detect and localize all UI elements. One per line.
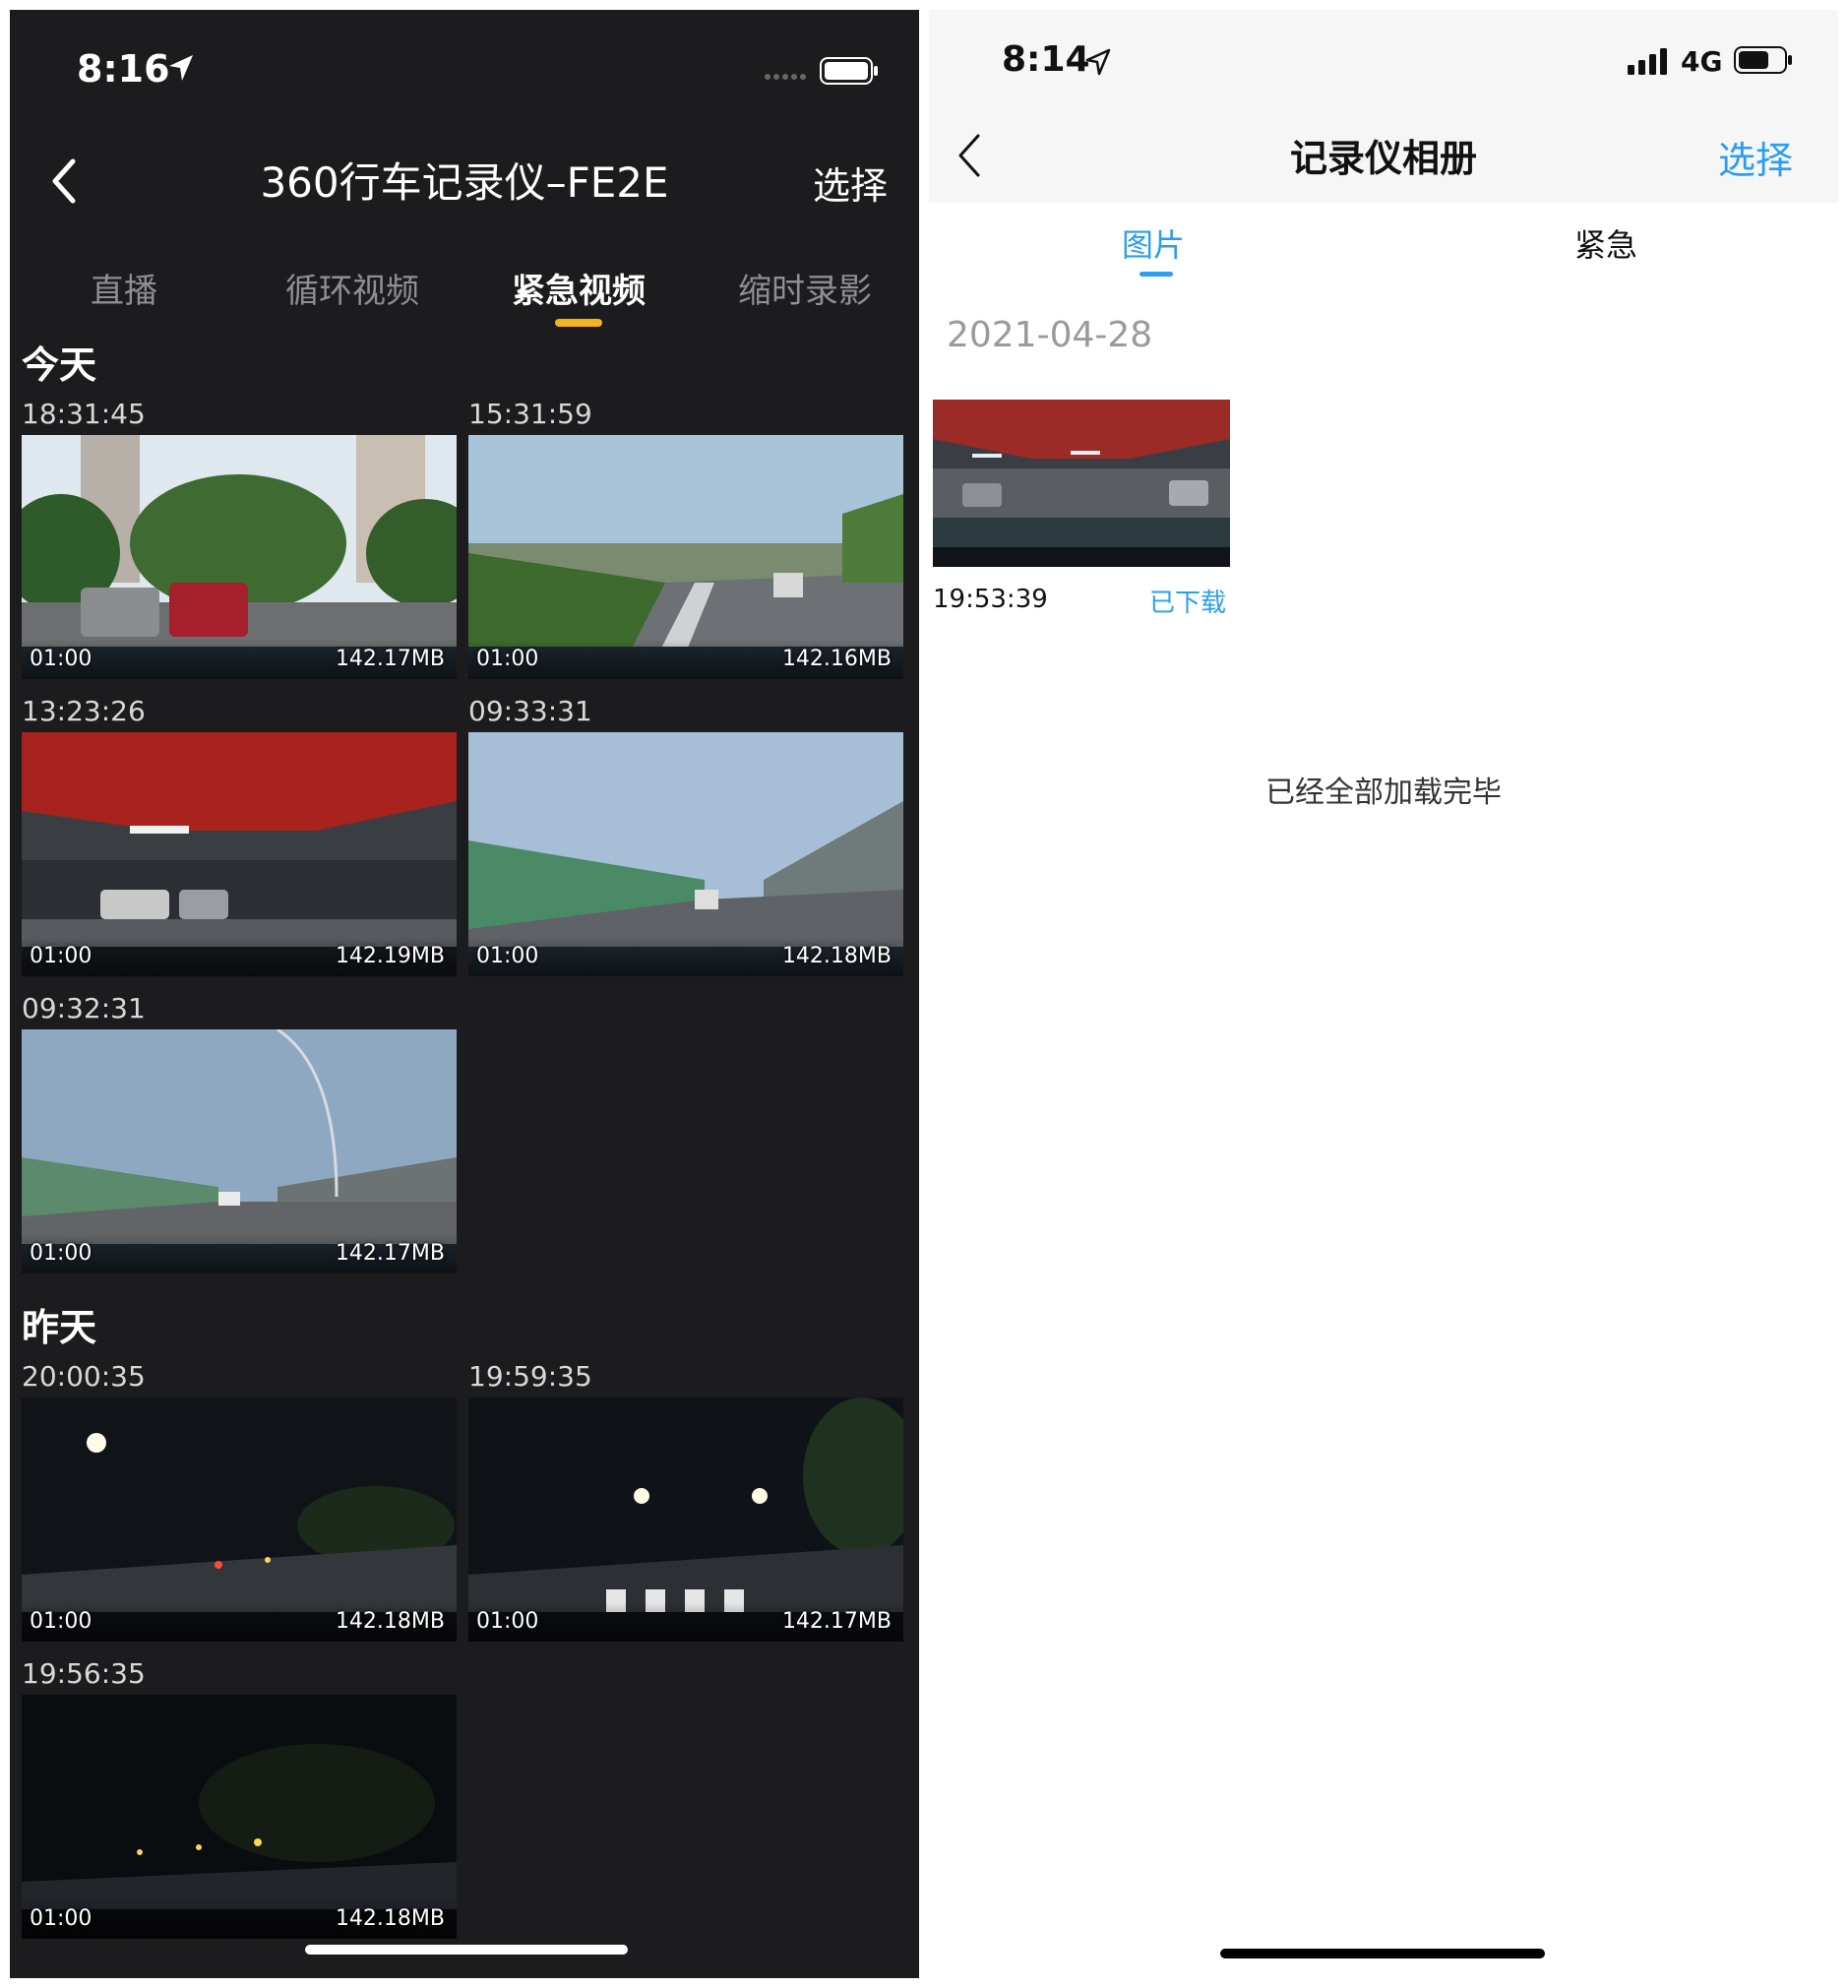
video-thumbnail[interactable]: 01:00 142.18MB [468,732,903,976]
tab-emergency[interactable]: 紧急 [1574,220,1637,266]
location-arrow-icon [169,55,193,81]
recorder-album-screen: 8:14 4G 记录仪相册 选择 图片 紧急 2021-04-28 19:53:… [929,10,1838,1978]
section-header-yesterday: 昨天 [22,1306,97,1349]
page-title: 记录仪相册 [1289,137,1477,180]
photo-thumbnail[interactable] [933,400,1230,567]
video-thumbnail[interactable]: 01:00 142.19MB [22,732,457,976]
clip-duration: 01:00 [476,944,539,968]
clip-time: 20:00:35 [22,1360,146,1393]
active-tab-indicator [1140,272,1173,277]
tab-pictures[interactable]: 图片 [1122,220,1185,266]
clip-duration: 01:00 [30,944,92,968]
clip-duration: 01:00 [30,1906,92,1931]
clip-size: 142.18MB [335,1609,445,1634]
tab-live[interactable]: 直播 [91,264,157,312]
clip-size: 142.18MB [335,1906,445,1931]
screenshot-composite: 8:16 360行车记录仪–FE2E 选择 直播 循环视频 紧急视频 缩时录影 … [0,0,1848,1988]
clip-size: 142.17MB [781,1609,892,1634]
clip-time: 19:56:35 [22,1657,146,1690]
location-arrow-icon [1085,48,1111,76]
battery-icon [1734,46,1792,74]
tab-loop-video[interactable]: 循环视频 [285,264,419,312]
clip-duration: 01:00 [476,1609,539,1634]
date-header: 2021-04-28 [947,315,1153,355]
dashcam-video-screen: 8:16 360行车记录仪–FE2E 选择 直播 循环视频 紧急视频 缩时录影 … [10,10,919,1978]
clip-size: 142.16MB [781,647,892,671]
clip-duration: 01:00 [30,1241,92,1266]
clip-time: 09:32:31 [22,992,146,1025]
video-thumbnail[interactable]: 01:00 142.18MB [22,1398,457,1642]
select-button[interactable]: 选择 [813,155,888,210]
download-status: 已下载 [1149,589,1227,618]
status-time: 8:14 [1002,39,1090,80]
nav-bar: 360行车记录仪–FE2E 选择 [10,128,919,226]
clip-duration: 01:00 [30,1609,92,1634]
video-thumbnail[interactable]: 01:00 142.18MB [22,1695,457,1939]
page-title: 360行车记录仪–FE2E [260,158,669,207]
video-category-tabs: 直播 循环视频 紧急视频 缩时录影 [10,256,919,335]
signal-icon [1628,48,1667,75]
tab-timelapse[interactable]: 缩时录影 [738,264,872,312]
network-type: 4G [1681,45,1723,78]
video-thumbnail[interactable]: 01:00 142.17MB [22,1029,457,1274]
tab-emergency-video[interactable]: 紧急视频 [512,264,646,312]
clip-time: 18:31:45 [22,398,146,430]
active-tab-indicator [555,319,602,327]
battery-icon [820,57,878,85]
home-indicator [305,1945,628,1955]
clip-time: 09:33:31 [468,695,592,727]
no-signal-icon [765,74,806,80]
select-button[interactable]: 选择 [1718,130,1793,184]
video-thumbnail[interactable]: 01:00 142.17MB [22,435,457,679]
clip-time: 15:31:59 [468,398,592,430]
section-header-next: 04-28 [22,1976,119,1978]
home-indicator [1220,1949,1545,1958]
status-bar: 8:16 [10,10,919,118]
clip-size: 142.17MB [335,1241,445,1266]
clip-duration: 01:00 [476,647,539,671]
header: 8:14 4G 记录仪相册 选择 [929,10,1838,203]
clip-time: 19:59:35 [468,1360,592,1393]
photo-time: 19:53:39 [933,585,1048,614]
video-thumbnail[interactable]: 01:00 142.16MB [468,435,903,679]
clip-size: 142.19MB [335,944,445,968]
scene-image [933,400,1230,567]
status-time: 8:16 [77,47,170,91]
video-thumbnail[interactable]: 01:00 142.17MB [468,1398,903,1642]
section-header-today: 今天 [22,343,97,387]
clip-time: 13:23:26 [22,695,146,727]
end-of-list-message: 已经全部加载完毕 [1265,776,1502,810]
clip-duration: 01:00 [30,647,92,671]
clip-size: 142.17MB [335,647,445,671]
clip-size: 142.18MB [781,944,892,968]
